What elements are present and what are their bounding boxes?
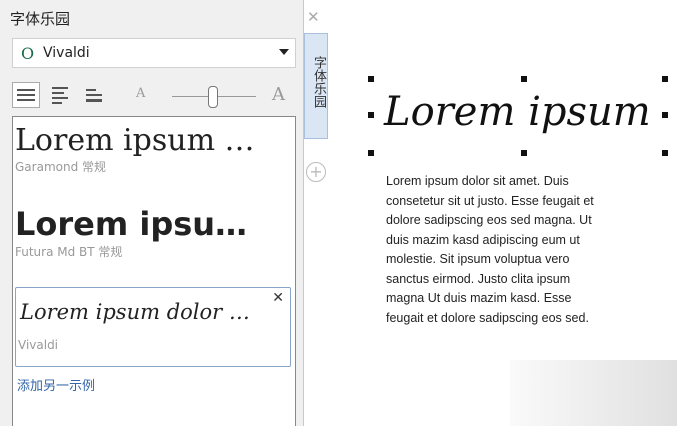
sample-list: Lorem ipsum … Garamond 常规 Lorem ipsu… Fu… — [12, 116, 296, 426]
sample-item[interactable]: Lorem ipsum … Garamond 常规 — [15, 123, 291, 175]
remove-sample-icon[interactable]: ✕ — [272, 290, 284, 306]
add-sample-link[interactable]: 添加另一示例 — [17, 375, 95, 394]
selection-handle[interactable] — [662, 112, 668, 118]
font-name: Vivaldi — [43, 45, 90, 61]
canvas-paragraph-text[interactable]: Lorem ipsum dolor sit amet. Duis consete… — [386, 172, 606, 328]
canvas-artistic-text[interactable]: Lorem ipsum — [384, 88, 660, 136]
selection-handle[interactable] — [662, 150, 668, 156]
sample-text: Lorem ipsum dolor … — [20, 300, 250, 324]
panel-title: 字体乐园 — [10, 10, 71, 28]
selection-handle[interactable] — [368, 76, 374, 82]
font-dropdown[interactable]: O Vivaldi — [12, 38, 296, 68]
sample-text: Lorem ipsu… — [15, 205, 248, 243]
chevron-down-icon — [279, 49, 289, 55]
opentype-icon: O — [21, 44, 35, 63]
sample-font-label: Garamond 常规 — [15, 160, 107, 174]
single-line-view-button[interactable] — [12, 82, 40, 108]
sample-font-label: Futura Md BT 常规 — [15, 245, 123, 259]
font-playground-panel: 字体乐园 O Vivaldi A A Lorem ipsum … Garamon… — [0, 0, 304, 426]
side-tab-label: 字体乐园 — [311, 56, 326, 108]
paragraph-view-button[interactable] — [46, 82, 74, 108]
background-shadow — [510, 360, 677, 426]
selection-handle[interactable] — [368, 112, 374, 118]
tab-font-playground[interactable]: 字体乐园 — [304, 33, 328, 139]
close-icon[interactable]: ✕ — [307, 8, 320, 26]
multi-line-view-button[interactable] — [80, 82, 108, 108]
selection-handle[interactable] — [368, 150, 374, 156]
selection-handle[interactable] — [521, 150, 527, 156]
zoom-out-icon[interactable]: A — [136, 86, 145, 101]
sample-item[interactable]: Lorem ipsu… Futura Md BT 常规 — [15, 205, 291, 260]
selection-handle[interactable] — [521, 76, 527, 82]
zoom-in-icon[interactable]: A — [272, 84, 285, 105]
sample-item-selected[interactable]: ✕ Lorem ipsum dolor … Vivaldi — [15, 287, 291, 367]
sample-text: Lorem ipsum … — [15, 123, 255, 158]
zoom-slider-thumb[interactable] — [208, 86, 218, 108]
add-tab-icon[interactable]: + — [306, 162, 326, 182]
selection-handle[interactable] — [662, 76, 668, 82]
sample-font-label: Vivaldi — [18, 338, 59, 352]
